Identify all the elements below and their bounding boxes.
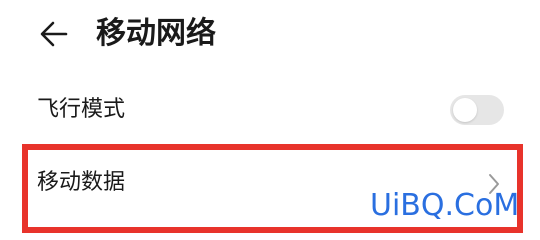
toggle-knob xyxy=(453,98,477,122)
watermark: UiBQ.CoM xyxy=(370,188,520,223)
title-bar: 移动网络 xyxy=(0,0,540,68)
arrow-left-icon[interactable] xyxy=(38,18,70,50)
airplane-mode-toggle[interactable] xyxy=(450,95,504,125)
airplane-mode-label: 飞行模式 xyxy=(37,97,126,122)
mobile-data-label: 移动数据 xyxy=(37,170,126,195)
airplane-mode-row: 飞行模式 xyxy=(0,88,540,132)
page-title: 移动网络 xyxy=(96,16,216,51)
